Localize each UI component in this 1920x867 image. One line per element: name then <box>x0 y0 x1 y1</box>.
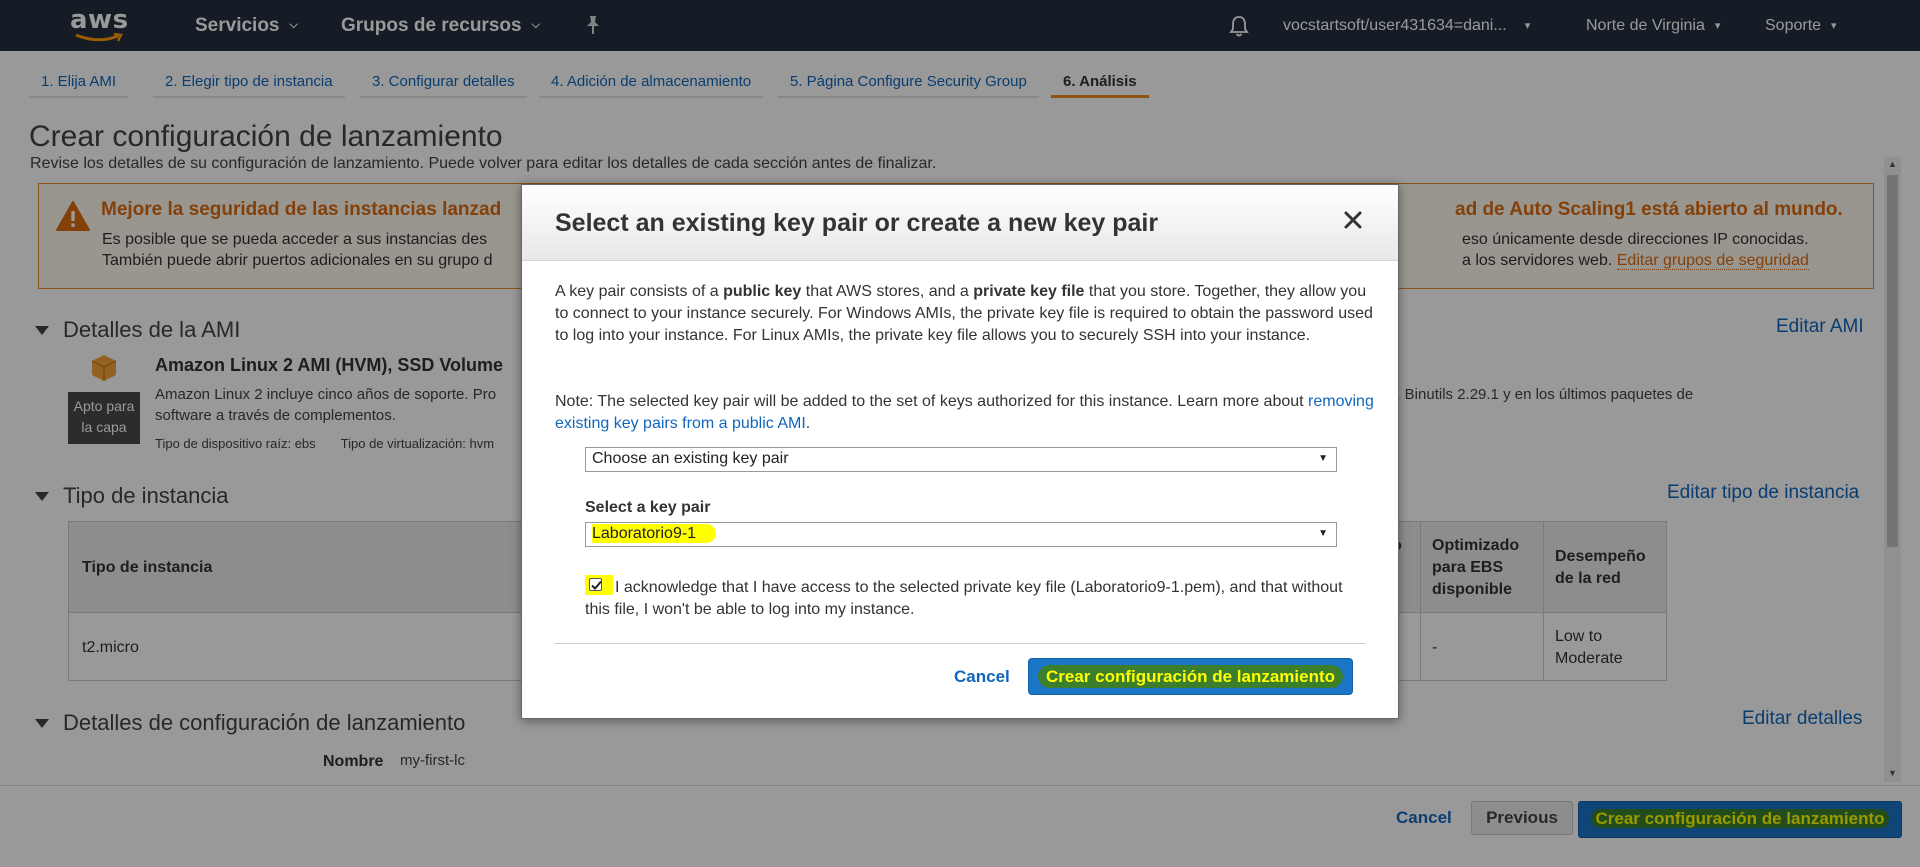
acknowledge-row: I acknowledge that I have access to the … <box>585 575 1345 621</box>
select-key-pair-label: Select a key pair <box>585 499 711 516</box>
key-pair-value: Laboratorio9-1 <box>592 524 717 543</box>
key-pair-dialog: Select an existing key pair or create a … <box>521 184 1399 719</box>
dropdown-caret-icon: ▼ <box>1318 528 1328 539</box>
acknowledge-text: I acknowledge that I have access to the … <box>585 579 1343 618</box>
dialog-divider <box>555 643 1366 644</box>
key-pair-mode-value: Choose an existing key pair <box>592 450 789 467</box>
dropdown-caret-icon: ▼ <box>1318 453 1328 464</box>
dialog-header: Select an existing key pair or create a … <box>522 185 1398 261</box>
dialog-create-label: Crear configuración de lanzamiento <box>1037 665 1344 688</box>
acknowledge-checkbox[interactable] <box>585 575 613 595</box>
close-icon[interactable] <box>1340 207 1366 233</box>
dialog-title: Select an existing key pair or create a … <box>555 209 1159 237</box>
dialog-create-launch-config-button[interactable]: Crear configuración de lanzamiento <box>1028 658 1353 695</box>
dialog-cancel-button[interactable]: Cancel <box>954 667 1010 687</box>
key-pair-note: Note: The selected key pair will be adde… <box>555 393 1374 432</box>
key-pair-mode-select[interactable]: Choose an existing key pair ▼ <box>585 447 1337 472</box>
checkmark-icon <box>591 580 602 590</box>
checkbox-box <box>589 578 602 591</box>
key-pair-select[interactable]: Laboratorio9-1 ▼ <box>585 522 1337 547</box>
key-pair-intro: A key pair consists of a public key that… <box>555 283 1373 344</box>
